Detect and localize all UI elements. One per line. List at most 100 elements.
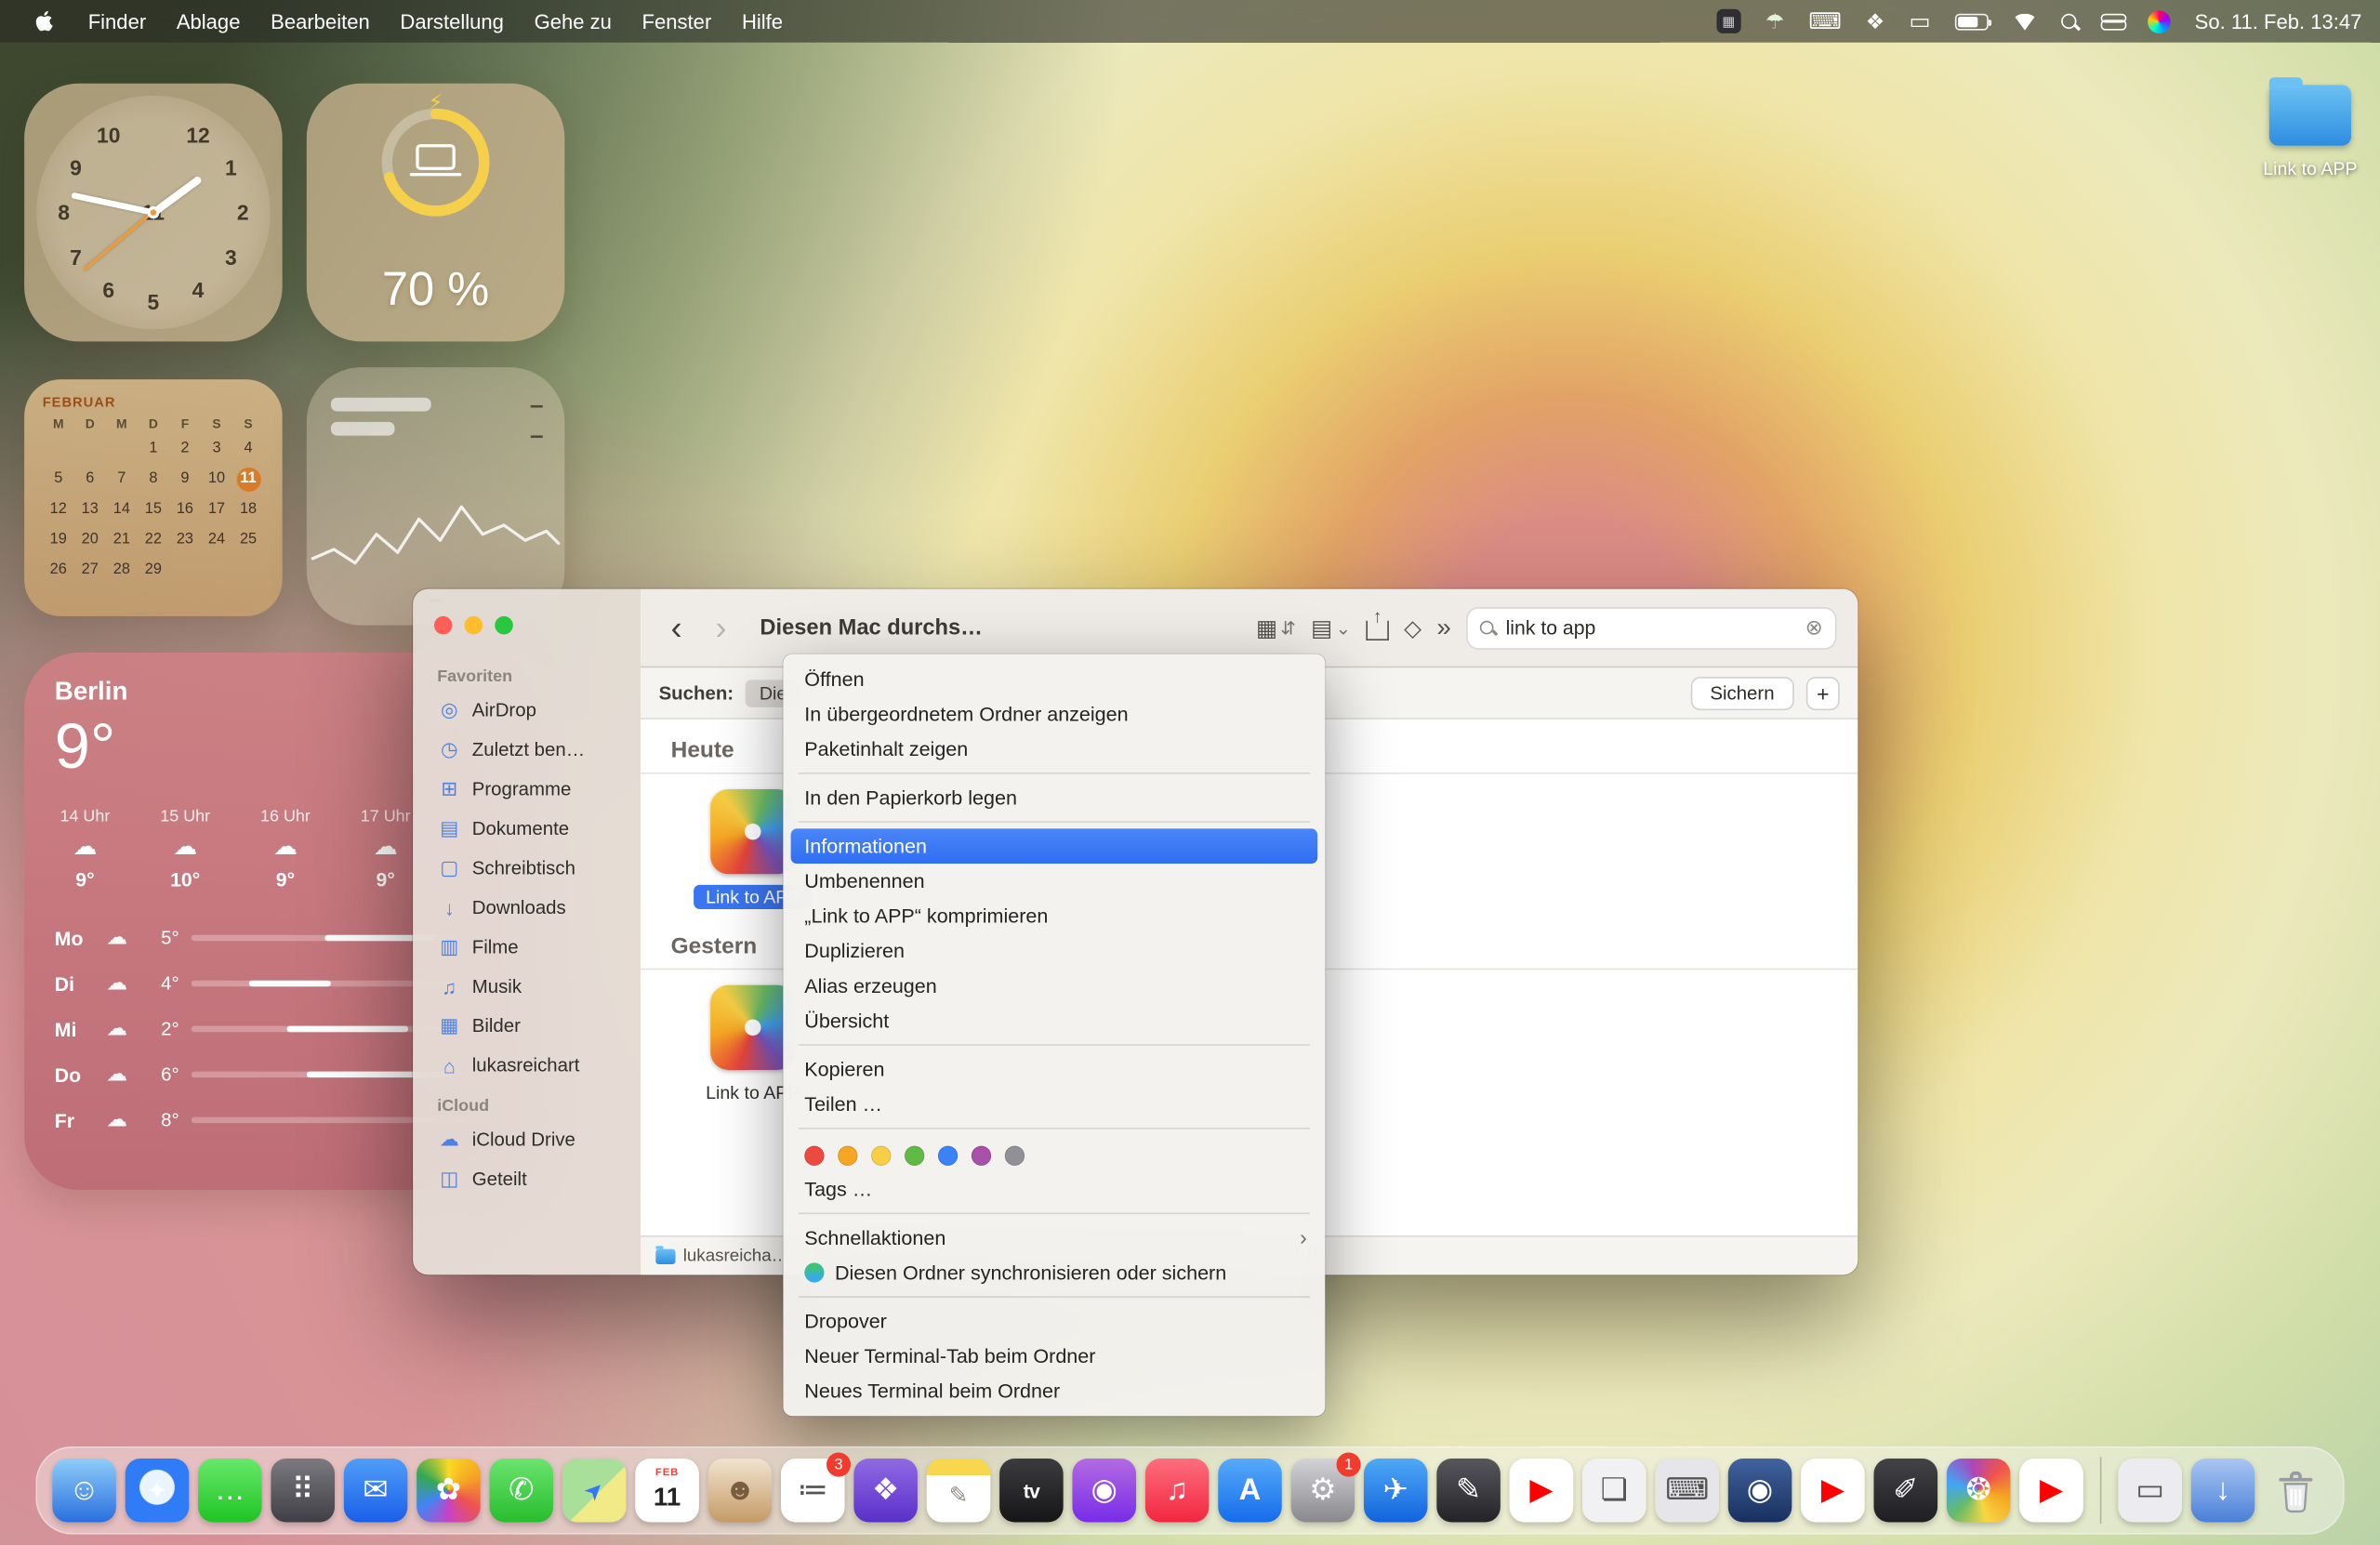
- dock-youtube-2[interactable]: ▶: [1801, 1459, 1865, 1523]
- tag-color-dot[interactable]: [1005, 1145, 1025, 1165]
- desktop-folder-link-to-app[interactable]: Link to APP: [2250, 85, 2372, 178]
- siri-icon[interactable]: [2148, 10, 2170, 33]
- context-menu-item-quick-actions[interactable]: Schnellaktionen ›: [783, 1221, 1325, 1256]
- dock-contacts[interactable]: ☻: [708, 1459, 773, 1523]
- save-search-button[interactable]: Sichern: [1690, 676, 1794, 709]
- battery-widget[interactable]: ⚡ 70 %: [307, 84, 565, 342]
- context-menu-item-tags[interactable]: Tags …: [783, 1171, 1325, 1207]
- sidebar-item-downloads[interactable]: Downloads: [425, 888, 628, 927]
- dock-testflight[interactable]: ✈: [1364, 1459, 1428, 1523]
- wifi-icon[interactable]: [2013, 13, 2037, 30]
- dock-app-store[interactable]: A: [1218, 1459, 1282, 1523]
- dock-recipe-app[interactable]: ❏: [1582, 1459, 1646, 1523]
- close-button[interactable]: [434, 616, 453, 635]
- context-menu-item[interactable]: Paketinhalt zeigen: [783, 732, 1325, 767]
- menubar-menu[interactable]: Ablage: [161, 10, 255, 33]
- clock-widget[interactable]: 121234567891011: [24, 84, 283, 342]
- activity-widget[interactable]: – – –: [307, 367, 565, 626]
- sidebar-item-pictures[interactable]: Bilder: [425, 1006, 628, 1045]
- add-criteria-button[interactable]: +: [1806, 676, 1840, 709]
- context-menu-item[interactable]: Informationen: [791, 828, 1318, 864]
- search-input[interactable]: [1502, 614, 1796, 640]
- sidebar-item-music[interactable]: Musik: [425, 967, 628, 1006]
- dock-launchpad[interactable]: ⠿: [271, 1459, 335, 1523]
- keyboard-icon[interactable]: [1808, 10, 1841, 33]
- context-menu-item[interactable]: Übersicht: [783, 1003, 1325, 1038]
- dock-music[interactable]: ♫: [1145, 1459, 1210, 1523]
- dock-screen-app[interactable]: ◉: [1728, 1459, 1792, 1523]
- menubar-menu[interactable]: Fenster: [627, 10, 726, 33]
- vpn-umbrella-icon[interactable]: [1765, 10, 1785, 32]
- back-button[interactable]: [662, 611, 692, 644]
- menubar-menu[interactable]: Hilfe: [727, 10, 799, 33]
- sidebar-item-applications[interactable]: Programme: [425, 770, 628, 809]
- stage-manager-icon[interactable]: [1866, 10, 1885, 32]
- sidebar-item-airdrop[interactable]: AirDrop: [425, 691, 628, 730]
- group-by-button[interactable]: [1311, 614, 1351, 640]
- menubar-menu[interactable]: Gehe zu: [519, 10, 627, 33]
- dock-maps[interactable]: ➤: [562, 1459, 627, 1523]
- sidebar-item-desktop[interactable]: Schreibtisch: [425, 849, 628, 888]
- context-menu-item[interactable]: Duplizieren: [783, 933, 1325, 969]
- dock-reminders[interactable]: ≔ 3: [781, 1459, 845, 1523]
- context-menu-item[interactable]: Öffnen: [783, 662, 1325, 697]
- zoom-button[interactable]: [495, 616, 513, 635]
- menubar-clock[interactable]: So. 11. Feb. 13:47: [2195, 10, 2362, 33]
- tags-button[interactable]: [1404, 614, 1421, 640]
- display-icon[interactable]: [1909, 10, 1930, 33]
- control-center-icon[interactable]: [2100, 13, 2122, 30]
- trash-icon[interactable]: [2264, 1459, 2328, 1523]
- dock-code-editor[interactable]: ✐: [1874, 1459, 1938, 1523]
- view-options-button[interactable]: [1256, 614, 1296, 640]
- dock-settings[interactable]: ⚙ 1: [1291, 1459, 1355, 1523]
- menubar-menu[interactable]: Darstellung: [385, 10, 519, 33]
- forward-button[interactable]: [707, 611, 736, 644]
- context-menu-item-sync[interactable]: Diesen Ordner synchronisieren oder siche…: [783, 1255, 1325, 1290]
- share-button[interactable]: [1366, 621, 1388, 640]
- tag-color-dot[interactable]: [938, 1145, 958, 1165]
- dock-mini-display[interactable]: ▭: [2118, 1459, 2182, 1523]
- sidebar-item-home[interactable]: lukasreichart: [425, 1046, 628, 1085]
- sidebar-item-documents[interactable]: Dokumente: [425, 809, 628, 848]
- tag-color-dot[interactable]: [838, 1145, 857, 1165]
- minimize-button[interactable]: [465, 616, 483, 635]
- dock-dev-app[interactable]: ❖: [853, 1459, 918, 1523]
- dock-mail[interactable]: ✉: [344, 1459, 408, 1523]
- dock-podcasts[interactable]: ◉: [1072, 1459, 1136, 1523]
- context-menu-item[interactable]: Alias erzeugen: [783, 969, 1325, 1004]
- dock-calendar[interactable]: FEB 11: [635, 1459, 699, 1523]
- sidebar-item-icloud-drive[interactable]: iCloud Drive: [425, 1120, 628, 1159]
- apple-menu-icon[interactable]: [19, 9, 71, 33]
- dock-keyboard-app[interactable]: ⌨: [1655, 1459, 1719, 1523]
- tag-color-dot[interactable]: [972, 1145, 991, 1165]
- dock-design-tool[interactable]: ✎: [1436, 1459, 1501, 1523]
- sidebar-item-shared[interactable]: Geteilt: [425, 1159, 628, 1198]
- context-menu-item[interactable]: Umbenennen: [783, 864, 1325, 899]
- context-menu-item[interactable]: „Link to APP“ komprimieren: [783, 899, 1325, 934]
- tag-color-dot[interactable]: [871, 1145, 891, 1165]
- toolbar-overflow-button[interactable]: [1436, 613, 1450, 643]
- dock-safari[interactable]: ✦: [126, 1459, 190, 1523]
- context-menu-item[interactable]: In den Papierkorb legen: [783, 780, 1325, 815]
- dock-youtube-3[interactable]: ▶: [2019, 1459, 2083, 1523]
- dock-messages[interactable]: …: [198, 1459, 262, 1523]
- sidebar-item-recents[interactable]: Zuletzt ben…: [425, 730, 628, 769]
- clear-search-icon[interactable]: [1805, 614, 1823, 640]
- menubar-app-icon[interactable]: [1716, 9, 1740, 33]
- calendar-widget[interactable]: FEBRUAR MDMDFSS 123456789101112131415161…: [24, 379, 283, 616]
- dock-notes[interactable]: ✎: [927, 1459, 991, 1523]
- tag-color-dot[interactable]: [804, 1145, 824, 1165]
- dock-apple-tv[interactable]: tv: [999, 1459, 1064, 1523]
- menubar-menu[interactable]: Bearbeiten: [256, 10, 385, 33]
- context-menu-item[interactable]: Neues Terminal beim Ordner: [783, 1374, 1325, 1409]
- context-menu-item[interactable]: In übergeordnetem Ordner anzeigen: [783, 696, 1325, 732]
- sidebar-item-movies[interactable]: Filme: [425, 928, 628, 967]
- dock-facetime[interactable]: ✆: [490, 1459, 554, 1523]
- battery-icon[interactable]: [1955, 13, 1989, 30]
- dock-color-app[interactable]: ❂: [1947, 1459, 2011, 1523]
- tag-color-dot[interactable]: [905, 1145, 924, 1165]
- context-menu-item[interactable]: Neuer Terminal-Tab beim Ordner: [783, 1339, 1325, 1374]
- dock-youtube[interactable]: ▶: [1510, 1459, 1574, 1523]
- dock-downloads[interactable]: ↓: [2191, 1459, 2255, 1523]
- context-menu-item[interactable]: Kopieren: [783, 1051, 1325, 1087]
